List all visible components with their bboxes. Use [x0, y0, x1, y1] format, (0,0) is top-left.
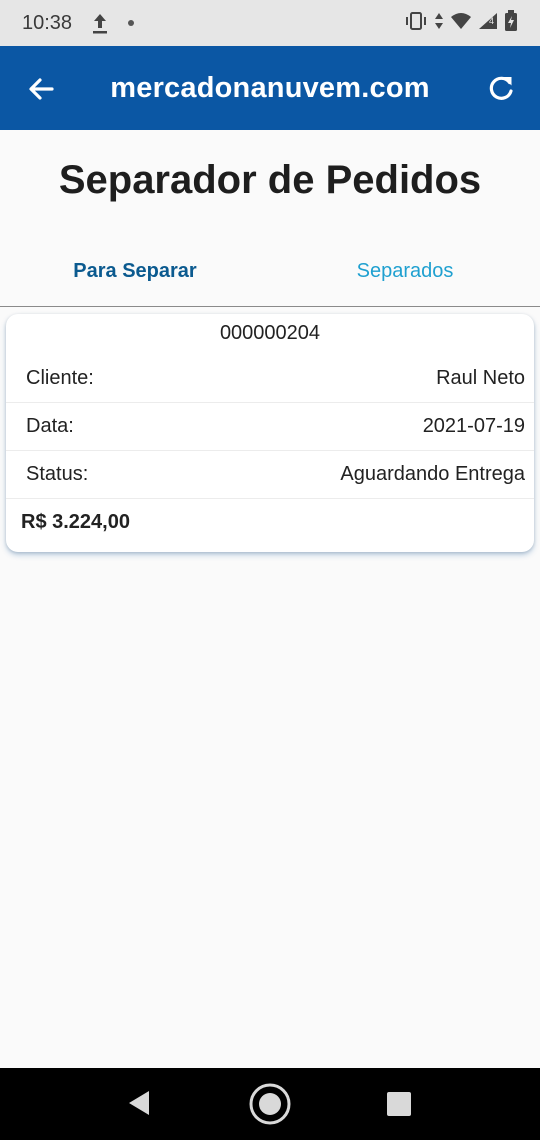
order-total: R$ 3.224,00	[21, 511, 130, 533]
signal-icon: 4	[478, 12, 498, 35]
navigation-bar	[0, 1068, 540, 1140]
order-row-cliente: Cliente: Raul Neto	[6, 355, 534, 403]
order-row-label: Status:	[26, 463, 89, 485]
tab-separados[interactable]: Separados	[270, 236, 540, 306]
wifi-icon	[450, 12, 472, 35]
battery-charging-icon	[504, 9, 518, 37]
tabs-divider	[0, 306, 540, 307]
status-time: 10:38	[22, 11, 73, 34]
order-row-label: Data:	[26, 415, 74, 437]
order-row-data: Data: 2021-07-19	[6, 403, 534, 451]
order-row-status: Status: Aguardando Entrega	[6, 451, 534, 499]
status-icons: 4	[404, 9, 518, 37]
refresh-button[interactable]	[484, 72, 518, 106]
notification-dot-icon	[128, 20, 135, 26]
order-row-label: Cliente:	[26, 367, 94, 389]
order-card[interactable]: 000000204 Cliente: Raul Neto Data: 2021-…	[6, 314, 534, 552]
data-arrows-icon	[434, 11, 444, 36]
nav-recents-icon[interactable]	[387, 1092, 411, 1116]
tab-para-separar[interactable]: Para Separar	[0, 236, 270, 306]
order-number: 000000204	[219, 322, 321, 344]
app-title: mercadonanuvem.com	[110, 72, 430, 104]
refresh-icon	[489, 76, 513, 100]
nav-back-icon[interactable]	[126, 1088, 152, 1123]
page-title: Separador de Pedidos	[58, 158, 482, 202]
tab-bar: Para Separar Separados	[0, 236, 540, 308]
order-row-value: Raul Neto	[436, 367, 525, 389]
order-row-value: Aguardando Entrega	[340, 463, 525, 485]
order-row-value: 2021-07-19	[422, 415, 525, 437]
vibrate-icon	[404, 11, 428, 36]
upload-icon	[90, 11, 110, 35]
status-bar: 10:38 4	[0, 0, 540, 46]
app-bar: mercadonanuvem.com	[0, 46, 540, 130]
signal-label: 4	[489, 15, 495, 26]
nav-home-icon[interactable]	[248, 1082, 292, 1131]
